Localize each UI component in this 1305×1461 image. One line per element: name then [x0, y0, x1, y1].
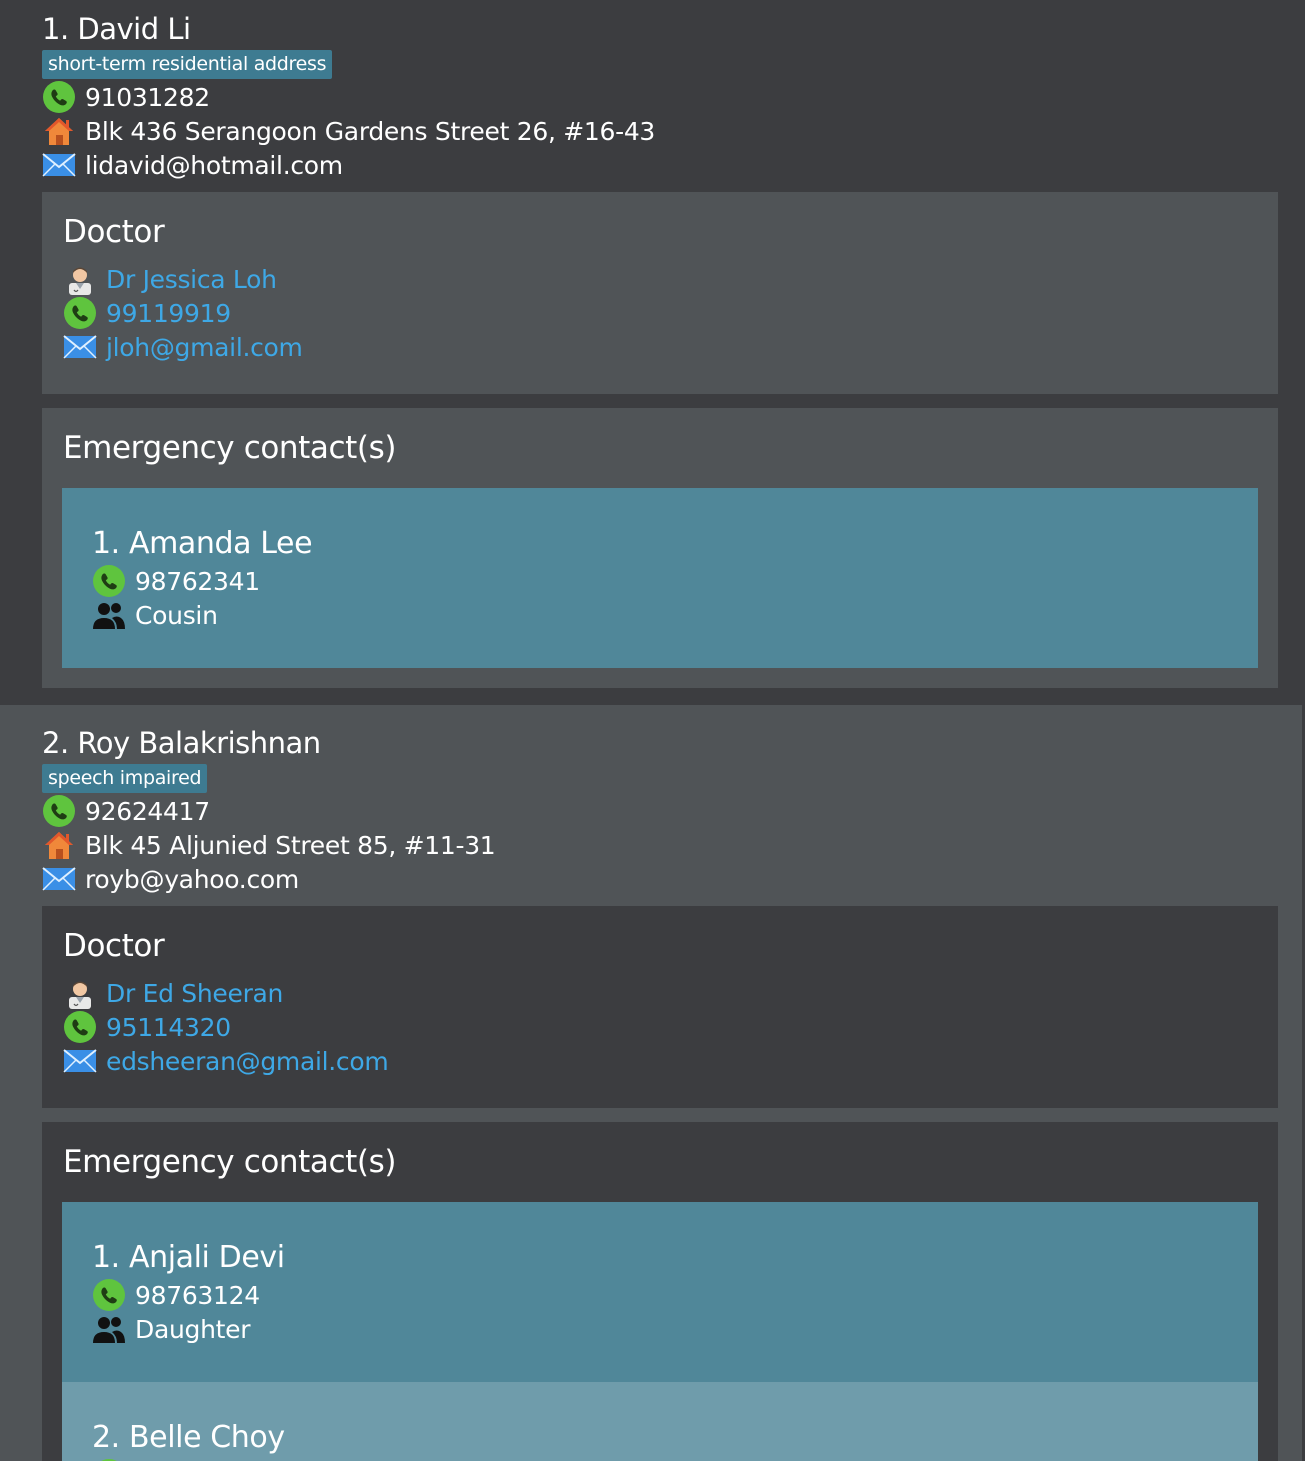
doctor-panel-title: Doctor	[63, 214, 165, 250]
patient-tag: speech impaired	[42, 764, 208, 793]
patient-email-row: royb@yahoo.com	[42, 863, 299, 895]
doctor-name-link[interactable]: Dr Jessica Loh	[106, 265, 277, 294]
emergency-contact-phone: 98762341	[135, 566, 260, 596]
patient-phone-row: 91031282	[42, 81, 210, 113]
patient-address-row: Blk 436 Serangoon Gardens Street 26, #16…	[42, 115, 655, 147]
emergency-contact-item[interactable]: 2. Belle Choy	[62, 1382, 1258, 1461]
emergency-contact-name: 1. Anjali Devi	[92, 1240, 285, 1275]
patient-card[interactable]: 1. David Li short-term residential addre…	[0, 0, 1305, 705]
emergency-contact-relation: Daughter	[135, 1314, 251, 1344]
emergency-contact-phone: 98763124	[135, 1280, 260, 1310]
emergency-contact-phone-row: 98763124	[92, 1279, 260, 1311]
people-icon	[92, 1313, 126, 1345]
mail-icon	[63, 331, 97, 363]
patient-phone-row: 92624417	[42, 795, 210, 827]
doctor-phone-row[interactable]: 95114320	[63, 1011, 231, 1043]
phone-icon	[42, 795, 76, 827]
emergency-contact-phone-row: 98762341	[92, 565, 260, 597]
patient-email: lidavid@hotmail.com	[85, 150, 343, 180]
doctor-phone-row[interactable]: 99119919	[63, 297, 231, 329]
doctor-panel: Doctor Dr Jessica Loh 99119919 jloh@gmai…	[42, 192, 1278, 394]
emergency-contacts-panel: Emergency contact(s) 1. Anjali Devi 9876…	[42, 1122, 1278, 1461]
emergency-contact-name: 1. Amanda Lee	[92, 526, 313, 561]
patient-phone: 92624417	[85, 796, 210, 826]
patient-name: 2. Roy Balakrishnan	[42, 726, 321, 760]
phone-icon	[92, 565, 126, 597]
mail-icon	[63, 1045, 97, 1077]
patient-phone: 91031282	[85, 82, 210, 112]
mail-icon	[42, 863, 76, 895]
patient-tag: short-term residential address	[42, 50, 333, 79]
patient-card[interactable]: 2. Roy Balakrishnan speech impaired 9262…	[0, 705, 1302, 1461]
emergency-contact-relation-row: Daughter	[92, 1313, 251, 1345]
doctor-panel-title: Doctor	[63, 928, 165, 964]
patient-address-row: Blk 45 Aljunied Street 85, #11-31	[42, 829, 496, 861]
patient-address: Blk 436 Serangoon Gardens Street 26, #16…	[85, 116, 656, 146]
doctor-email-row[interactable]: jloh@gmail.com	[63, 331, 303, 363]
emergency-contacts-title: Emergency contact(s)	[63, 1144, 397, 1180]
doctor-panel: Doctor Dr Ed Sheeran 95114320 edsheeran@…	[42, 906, 1278, 1108]
emergency-contact-relation-row: Cousin	[92, 599, 218, 631]
people-icon	[92, 599, 126, 631]
patient-address: Blk 45 Aljunied Street 85, #11-31	[85, 830, 496, 860]
doctor-email-link[interactable]: jloh@gmail.com	[106, 333, 303, 362]
emergency-contact-item[interactable]: 1. Amanda Lee 98762341 Cousin	[62, 488, 1258, 668]
doctor-email-link[interactable]: edsheeran@gmail.com	[106, 1047, 389, 1076]
phone-icon	[63, 297, 97, 329]
home-icon	[42, 115, 76, 147]
emergency-contact-item[interactable]: 1. Anjali Devi 98763124 Daughter	[62, 1202, 1258, 1382]
patient-email-row: lidavid@hotmail.com	[42, 149, 343, 181]
patient-email: royb@yahoo.com	[85, 864, 299, 894]
home-icon	[42, 829, 76, 861]
doctor-email-row[interactable]: edsheeran@gmail.com	[63, 1045, 389, 1077]
doctor-name-row[interactable]: Dr Ed Sheeran	[63, 977, 283, 1009]
emergency-contacts-panel: Emergency contact(s) 1. Amanda Lee 98762…	[42, 408, 1278, 688]
emergency-contacts-title: Emergency contact(s)	[63, 430, 397, 466]
phone-icon	[92, 1279, 126, 1311]
doctor-name-link[interactable]: Dr Ed Sheeran	[106, 979, 283, 1008]
doctor-phone-link[interactable]: 99119919	[106, 299, 231, 328]
doctor-name-row[interactable]: Dr Jessica Loh	[63, 263, 277, 295]
doctor-phone-link[interactable]: 95114320	[106, 1013, 231, 1042]
phone-icon	[63, 1011, 97, 1043]
emergency-contact-relation: Cousin	[135, 600, 218, 630]
phone-icon	[42, 81, 76, 113]
doctor-icon	[63, 977, 97, 1009]
mail-icon	[42, 149, 76, 181]
patient-name: 1. David Li	[42, 12, 191, 46]
doctor-icon	[63, 263, 97, 295]
emergency-contact-name: 2. Belle Choy	[92, 1420, 285, 1455]
